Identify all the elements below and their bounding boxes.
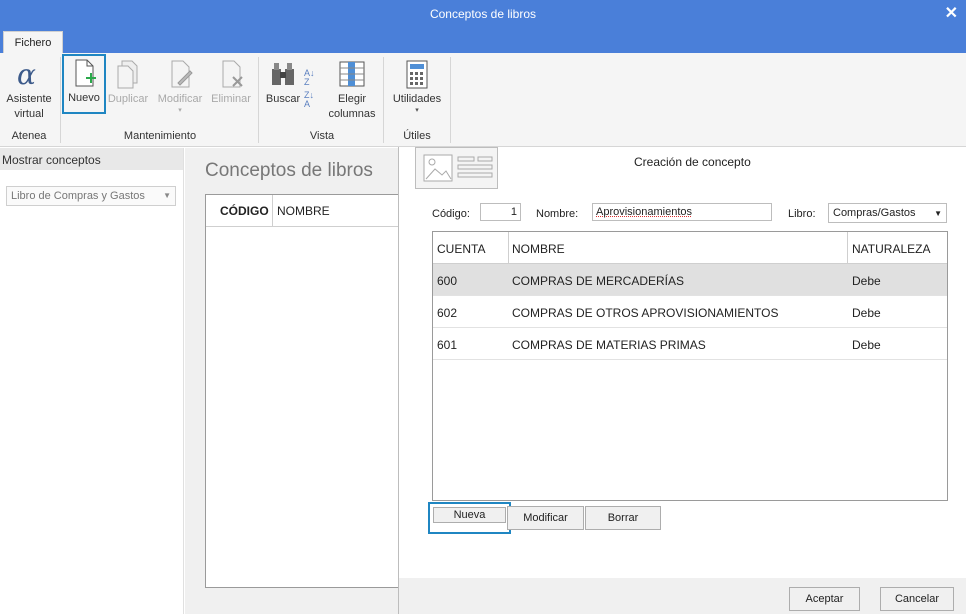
cell-naturaleza: Debe <box>852 274 881 288</box>
sort-controls: A↓ Z Z↓ A <box>304 69 322 109</box>
eliminar-button[interactable]: Eliminar <box>207 57 255 123</box>
cell-cuenta: 600 <box>437 274 457 288</box>
conceptos-list-panel: Conceptos de libros CÓDIGO NOMBRE <box>185 148 400 614</box>
buscar-button[interactable]: Buscar <box>263 57 303 123</box>
nuevo-label: Nuevo <box>68 92 100 104</box>
modificar-ribbon-label: Modificar <box>158 93 203 105</box>
title-bar: Conceptos de libros ✕ <box>0 0 966 28</box>
alpha-icon: α <box>13 59 45 89</box>
libro-filter-select[interactable]: Libro de Compras y Gastos ▼ <box>6 186 176 206</box>
column-header-cuenta[interactable]: CUENTA <box>437 242 485 256</box>
dialog-title: Creación de concepto <box>634 155 751 169</box>
nombre-field[interactable]: Aprovisionamientos <box>592 203 772 221</box>
window-title: Conceptos de libros <box>0 7 966 21</box>
column-header-nombre[interactable]: NOMBRE <box>277 204 330 218</box>
sort-ascending-icon[interactable]: A↓ Z <box>304 69 322 87</box>
ribbon-separator <box>60 57 61 143</box>
duplicar-label: Duplicar <box>108 93 148 105</box>
edit-document-icon <box>164 59 196 89</box>
group-label-vista: Vista <box>262 130 382 142</box>
grid-header: CÓDIGO NOMBRE <box>206 195 400 227</box>
calculator-icon <box>401 59 433 89</box>
cell-nombre: COMPRAS DE MATERIAS PRIMAS <box>512 338 706 352</box>
cell-naturaleza: Debe <box>852 306 881 320</box>
libro-label: Libro: <box>788 208 816 220</box>
ribbon-separator <box>383 57 384 143</box>
group-label-utiles: Útiles <box>387 130 447 142</box>
nueva-button[interactable]: Nueva <box>428 502 511 534</box>
table-row[interactable]: 602 COMPRAS DE OTROS APROVISIONAMIENTOS … <box>433 296 947 328</box>
cell-cuenta: 602 <box>437 306 457 320</box>
binoculars-icon <box>267 59 299 89</box>
new-document-icon <box>68 58 100 88</box>
nuevo-button[interactable]: Nuevo <box>62 54 106 114</box>
borrar-button[interactable]: Borrar <box>585 506 661 530</box>
libro-filter-value: Libro de Compras y Gastos <box>11 190 145 202</box>
cuentas-table: CUENTA NOMBRE NATURALEZA 600 COMPRAS DE … <box>432 231 948 501</box>
tab-fichero[interactable]: Fichero <box>3 31 63 53</box>
delete-document-icon <box>215 59 247 89</box>
mostrar-conceptos-header: Mostrar conceptos <box>0 148 183 170</box>
column-divider <box>272 195 273 227</box>
nombre-value: Aprovisionamientos <box>596 206 692 218</box>
cell-nombre: COMPRAS DE OTROS APROVISIONAMIENTOS <box>512 306 779 320</box>
libro-select[interactable]: Compras/Gastos ▼ <box>828 203 947 223</box>
nueva-button-label: Nueva <box>433 507 506 523</box>
column-divider <box>847 232 848 264</box>
cell-cuenta: 601 <box>437 338 457 352</box>
codigo-label: Código: <box>432 208 470 220</box>
column-divider <box>508 232 509 264</box>
modificar-ribbon-button[interactable]: Modificar ▾ <box>152 57 208 123</box>
chevron-down-icon: ▾ <box>387 107 447 115</box>
asistente-virtual-button[interactable]: α Asistente virtual <box>2 57 56 123</box>
column-header-nombre[interactable]: NOMBRE <box>512 242 565 256</box>
column-header-codigo[interactable]: CÓDIGO <box>220 204 269 218</box>
modificar-button[interactable]: Modificar <box>507 506 584 530</box>
cell-nombre: COMPRAS DE MERCADERÍAS <box>512 274 684 288</box>
chevron-down-icon: ▾ <box>152 107 208 115</box>
duplicate-icon <box>112 59 144 89</box>
image-placeholder-icon <box>415 147 498 189</box>
aceptar-button[interactable]: Aceptar <box>789 587 860 611</box>
cell-naturaleza: Debe <box>852 338 881 352</box>
utilidades-label: Utilidades <box>393 93 441 105</box>
ribbon-separator <box>450 57 451 143</box>
table-row[interactable]: 600 COMPRAS DE MERCADERÍAS Debe <box>433 264 947 296</box>
buscar-label: Buscar <box>266 93 300 105</box>
left-panel: Mostrar conceptos Libro de Compras y Gas… <box>0 148 184 614</box>
ribbon-separator <box>258 57 259 143</box>
duplicar-button[interactable]: Duplicar <box>105 57 151 123</box>
nombre-label: Nombre: <box>536 208 578 220</box>
eliminar-label: Eliminar <box>211 93 251 105</box>
utilidades-button[interactable]: Utilidades ▾ <box>387 57 447 123</box>
table-header: CUENTA NOMBRE NATURALEZA <box>433 232 947 264</box>
dialog-footer: Aceptar Cancelar <box>399 578 966 614</box>
elegir-columnas-button[interactable]: Elegir columnas <box>325 57 379 123</box>
columns-icon <box>336 59 368 89</box>
codigo-field[interactable]: 1 <box>480 203 521 221</box>
conceptos-grid[interactable]: CÓDIGO NOMBRE <box>205 194 400 588</box>
ribbon-tab-row: Fichero <box>0 28 966 53</box>
cancelar-button[interactable]: Cancelar <box>880 587 954 611</box>
sort-descending-icon[interactable]: Z↓ A <box>304 91 322 109</box>
svg-text:α: α <box>17 59 36 89</box>
table-row[interactable]: 601 COMPRAS DE MATERIAS PRIMAS Debe <box>433 328 947 360</box>
elegir-columnas-label: Elegir columnas <box>328 93 375 120</box>
chevron-down-icon: ▼ <box>934 209 942 218</box>
libro-select-value: Compras/Gastos <box>833 207 916 219</box>
page-title: Conceptos de libros <box>205 160 373 182</box>
group-label-mantenimiento: Mantenimiento <box>62 130 258 142</box>
asistente-virtual-label: Asistente virtual <box>6 93 51 120</box>
chevron-down-icon: ▼ <box>163 191 171 200</box>
column-header-naturaleza[interactable]: NATURALEZA <box>852 242 930 256</box>
creacion-concepto-dialog: Creación de concepto Código: 1 Nombre: A… <box>398 147 966 614</box>
ribbon: α Asistente virtual Atenea Nuevo Duplica… <box>0 53 966 147</box>
close-icon[interactable]: ✕ <box>945 3 958 23</box>
group-label-atenea: Atenea <box>8 130 50 142</box>
